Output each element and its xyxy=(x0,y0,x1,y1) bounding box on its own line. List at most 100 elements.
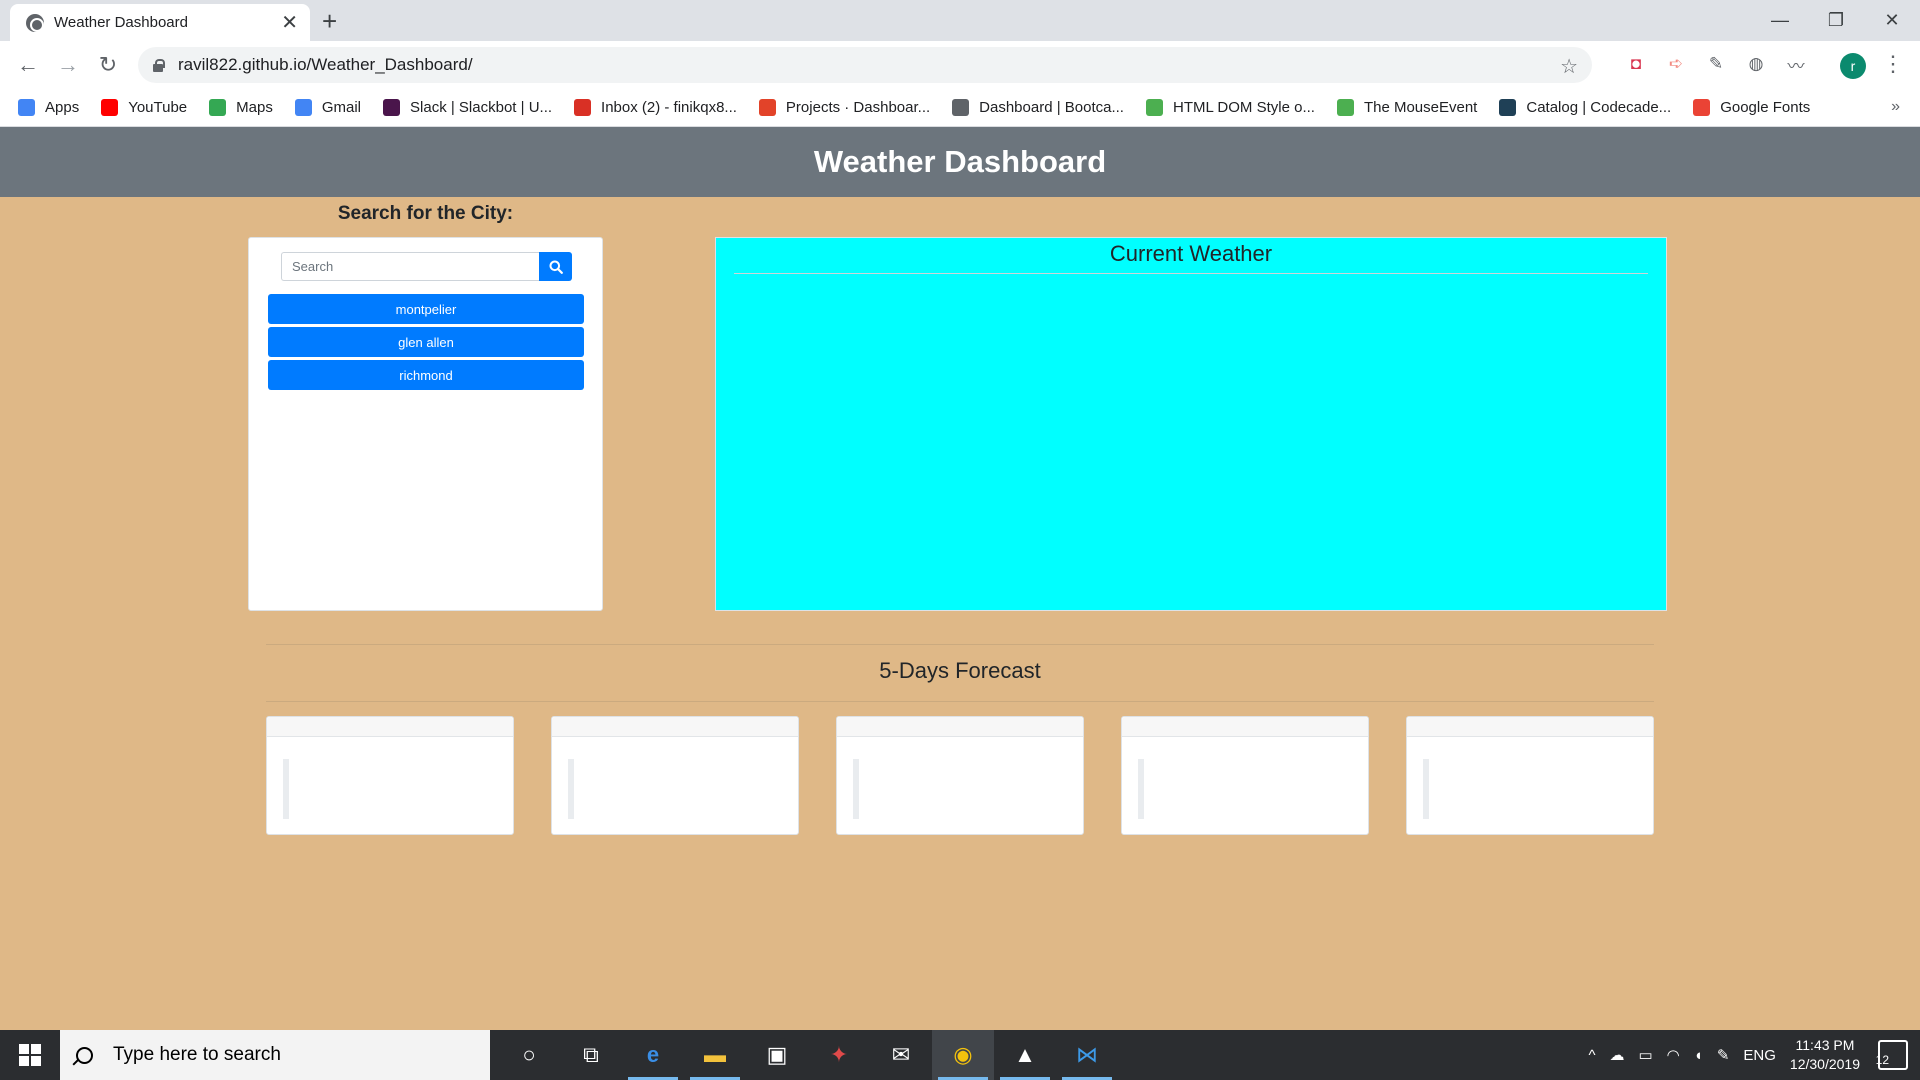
search-input[interactable] xyxy=(281,252,539,281)
vscode-icon[interactable]: ⋈ xyxy=(1056,1030,1118,1080)
w3schools-icon xyxy=(1336,99,1354,116)
city-history-button[interactable]: montpelier xyxy=(268,294,584,324)
bookmark-item[interactable]: Gmail xyxy=(294,99,362,116)
chrome-icon[interactable]: ◉ xyxy=(932,1030,994,1080)
search-heading: Search for the City: xyxy=(337,203,514,224)
forecast-card xyxy=(266,716,514,835)
battery-icon[interactable]: ▭ xyxy=(1638,1046,1652,1064)
language-indicator[interactable]: ENG xyxy=(1743,1047,1776,1064)
bookmark-item[interactable]: Google Fonts xyxy=(1693,99,1810,116)
wifi-icon[interactable]: ◠ xyxy=(1667,1046,1680,1064)
taskbar-search-placeholder: Type here to search xyxy=(113,1044,281,1065)
mail-icon[interactable]: ✉ xyxy=(870,1030,932,1080)
new-tab-button[interactable]: + xyxy=(322,6,337,37)
search-icon xyxy=(549,260,563,274)
analytics-extension-icon[interactable]: 〰 xyxy=(1782,50,1810,78)
apps-grid-icon xyxy=(18,99,35,116)
chevron-up-icon[interactable]: ^ xyxy=(1588,1047,1595,1064)
tab-title: Weather Dashboard xyxy=(54,14,188,31)
bookmark-item[interactable]: The MouseEvent xyxy=(1336,99,1477,116)
forecast-card xyxy=(551,716,799,835)
color-picker-extension-icon[interactable]: ✎ xyxy=(1702,50,1730,78)
bookmark-star-icon[interactable]: ☆ xyxy=(1560,54,1578,79)
back-button[interactable]: ← xyxy=(8,45,48,85)
forecast-title: 5-Days Forecast xyxy=(879,658,1041,683)
cortana-icon[interactable]: ○ xyxy=(498,1030,560,1080)
clock[interactable]: 11:43 PM 12/30/2019 xyxy=(1790,1036,1860,1074)
bookmark-item[interactable]: Projects · Dashboar... xyxy=(758,99,931,116)
globe-icon xyxy=(952,99,970,116)
codecademy-icon xyxy=(1499,99,1517,116)
forecast-cards xyxy=(266,716,1654,835)
pen-icon[interactable]: ✎ xyxy=(1717,1046,1730,1064)
current-weather-panel: Current Weather xyxy=(715,237,1667,611)
photos-icon[interactable]: ▲ xyxy=(994,1030,1056,1080)
bookmark-item[interactable]: Slack | Slackbot | U... xyxy=(383,99,552,116)
maps-icon xyxy=(209,99,227,116)
search-button[interactable] xyxy=(539,252,572,281)
browser-tab-active[interactable]: Weather Dashboard ✕ xyxy=(10,4,310,41)
bookmark-item[interactable]: Dashboard | Bootca... xyxy=(952,99,1124,116)
cast-extension-icon[interactable]: ➪ xyxy=(1662,50,1690,78)
store-icon[interactable]: ▣ xyxy=(746,1030,808,1080)
edge-icon[interactable]: e xyxy=(622,1030,684,1080)
bookmark-label: Slack | Slackbot | U... xyxy=(410,99,553,116)
gmail-icon xyxy=(574,99,592,116)
forecast-card-header xyxy=(1407,717,1653,737)
tab-close-icon[interactable]: ✕ xyxy=(281,10,298,35)
minimize-button[interactable]: — xyxy=(1752,2,1808,38)
clock-date: 12/30/2019 xyxy=(1789,1056,1860,1072)
bookmark-label: Inbox (2) - finikqx8... xyxy=(601,99,737,116)
city-history-list: montpelier glen allen richmond xyxy=(268,294,584,393)
w3schools-icon xyxy=(1145,99,1163,116)
gift-icon[interactable]: ✦ xyxy=(808,1030,870,1080)
bookmark-label: YouTube xyxy=(128,99,188,116)
url-text: ravil822.github.io/Weather_Dashboard/ xyxy=(178,55,473,74)
bookmark-label: Maps xyxy=(236,99,273,116)
profile-avatar[interactable]: r xyxy=(1840,53,1866,79)
volume-icon[interactable]: ◖ xyxy=(1694,1047,1703,1064)
gitlab-icon xyxy=(758,99,776,116)
file-explorer-icon[interactable]: ▬ xyxy=(684,1030,746,1080)
window-controls: — ❐ ✕ xyxy=(1752,2,1920,38)
bookmark-label: Projects · Dashboar... xyxy=(785,99,931,116)
extension-icon[interactable]: ◍ xyxy=(1742,50,1770,78)
pocket-extension-icon[interactable]: ◘ xyxy=(1622,50,1650,78)
bookmarks-overflow-icon[interactable]: » xyxy=(1891,98,1900,116)
city-history-button[interactable]: richmond xyxy=(268,360,584,390)
bookmark-item[interactable]: Inbox (2) - finikqx8... xyxy=(574,99,737,116)
onedrive-icon[interactable]: ☁ xyxy=(1609,1046,1624,1064)
bookmark-label: Dashboard | Bootca... xyxy=(979,99,1124,116)
bookmark-item[interactable]: Apps xyxy=(18,99,79,116)
notification-center-icon[interactable]: 12 xyxy=(1875,1040,1908,1070)
window-close-button[interactable]: ✕ xyxy=(1864,2,1920,38)
forecast-top-divider xyxy=(266,644,1654,645)
browser-menu-icon[interactable]: ⋮ xyxy=(1882,51,1904,77)
bookmark-label: Google Fonts xyxy=(1720,99,1811,116)
taskbar-apps: ○ ⧉ e ▬ ▣ ✦ ✉ ◉ ▲ ⋈ xyxy=(498,1030,1118,1080)
task-view-icon[interactable]: ⧉ xyxy=(560,1030,622,1080)
google-icon xyxy=(294,99,312,116)
notification-count: 12 xyxy=(1875,1053,1889,1067)
address-bar[interactable]: ravil822.github.io/Weather_Dashboard/ ☆ xyxy=(138,47,1592,83)
city-history-button[interactable]: glen allen xyxy=(268,327,584,357)
bookmark-item[interactable]: Maps xyxy=(209,99,273,116)
forecast-card-placeholder xyxy=(853,759,859,819)
current-weather-title: Current Weather xyxy=(1109,241,1273,266)
start-button[interactable] xyxy=(0,1030,60,1080)
bookmark-label: Gmail xyxy=(321,99,362,116)
google-fonts-icon xyxy=(1693,99,1711,116)
reload-button[interactable]: ↻ xyxy=(88,45,128,85)
taskbar-search[interactable]: Type here to search xyxy=(60,1030,490,1080)
page-title: Weather Dashboard xyxy=(813,144,1107,179)
bookmark-item[interactable]: HTML DOM Style o... xyxy=(1145,99,1315,116)
bookmark-item[interactable]: Catalog | Codecade... xyxy=(1499,99,1671,116)
windows-taskbar: Type here to search ○ ⧉ e ▬ ▣ ✦ ✉ ◉ ▲ ⋈ … xyxy=(0,1030,1920,1080)
forward-button[interactable]: → xyxy=(48,45,88,85)
maximize-button[interactable]: ❐ xyxy=(1808,2,1864,38)
bookmark-label: Apps xyxy=(45,99,80,116)
extensions-area: ◘ ➪ ✎ ◍ 〰 xyxy=(1622,50,1810,78)
browser-tab-strip: Weather Dashboard ✕ + — ❐ ✕ xyxy=(0,0,1920,41)
lock-icon xyxy=(152,59,165,72)
bookmark-item[interactable]: YouTube xyxy=(101,99,187,116)
